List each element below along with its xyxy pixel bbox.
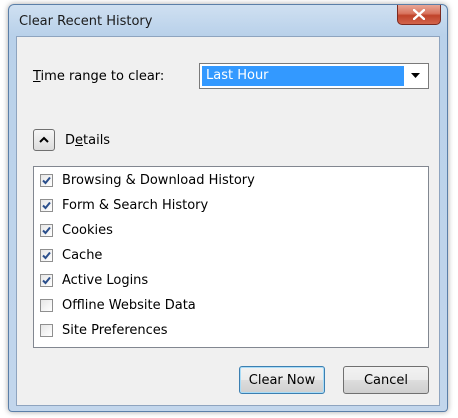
close-icon bbox=[413, 9, 425, 20]
list-item-label: Browsing & Download History bbox=[62, 172, 255, 188]
checkmark-icon bbox=[42, 276, 51, 284]
list-item-site-preferences[interactable]: Site Preferences bbox=[40, 320, 168, 340]
time-range-select[interactable]: Last Hour bbox=[199, 63, 429, 89]
chevron-up-icon bbox=[39, 136, 49, 143]
checkbox[interactable] bbox=[40, 198, 53, 212]
cancel-button[interactable]: Cancel bbox=[343, 366, 429, 394]
list-item-label: Cache bbox=[62, 247, 103, 263]
list-item-active-logins[interactable]: Active Logins bbox=[40, 270, 148, 290]
details-label[interactable]: Details bbox=[65, 133, 110, 148]
list-item-label: Active Logins bbox=[62, 272, 149, 288]
dropdown-arrow[interactable] bbox=[406, 66, 426, 86]
list-item-form-search-history[interactable]: Form & Search History bbox=[40, 195, 208, 215]
checkmark-icon bbox=[42, 226, 51, 234]
chevron-down-icon bbox=[411, 73, 420, 78]
clear-now-button[interactable]: Clear Now bbox=[239, 366, 325, 394]
list-item-offline-website-data[interactable]: Offline Website Data bbox=[40, 295, 196, 315]
checkmark-icon bbox=[42, 251, 51, 259]
list-item-cache[interactable]: Cache bbox=[40, 245, 102, 265]
clear-history-dialog: Clear Recent History Time range to clear… bbox=[8, 4, 448, 412]
checkbox[interactable] bbox=[40, 298, 53, 312]
list-item-label: Offline Website Data bbox=[62, 297, 196, 313]
checkbox[interactable] bbox=[40, 173, 53, 187]
time-range-selected-value: Last Hour bbox=[202, 66, 404, 86]
close-button[interactable] bbox=[397, 5, 441, 25]
checkbox[interactable] bbox=[40, 273, 53, 287]
details-toggle-button[interactable] bbox=[33, 129, 55, 151]
list-item-label: Cookies bbox=[62, 222, 113, 238]
checkmark-icon bbox=[42, 176, 51, 184]
list-item-label: Form & Search History bbox=[62, 197, 209, 213]
checkbox[interactable] bbox=[40, 323, 53, 337]
dialog-title: Clear Recent History bbox=[19, 14, 153, 29]
history-items-list[interactable]: Browsing & Download History Form & Searc… bbox=[33, 166, 429, 348]
list-item-cookies[interactable]: Cookies bbox=[40, 220, 113, 240]
checkbox[interactable] bbox=[40, 248, 53, 262]
list-item-browsing-download-history[interactable]: Browsing & Download History bbox=[40, 170, 255, 190]
dialog-content: Time range to clear: Last Hour Details B… bbox=[16, 36, 440, 406]
checkbox[interactable] bbox=[40, 223, 53, 237]
list-item-label: Site Preferences bbox=[62, 322, 168, 338]
checkmark-icon bbox=[42, 201, 51, 209]
title-bar[interactable]: Clear Recent History bbox=[9, 5, 447, 37]
time-range-label: Time range to clear: bbox=[33, 69, 165, 84]
